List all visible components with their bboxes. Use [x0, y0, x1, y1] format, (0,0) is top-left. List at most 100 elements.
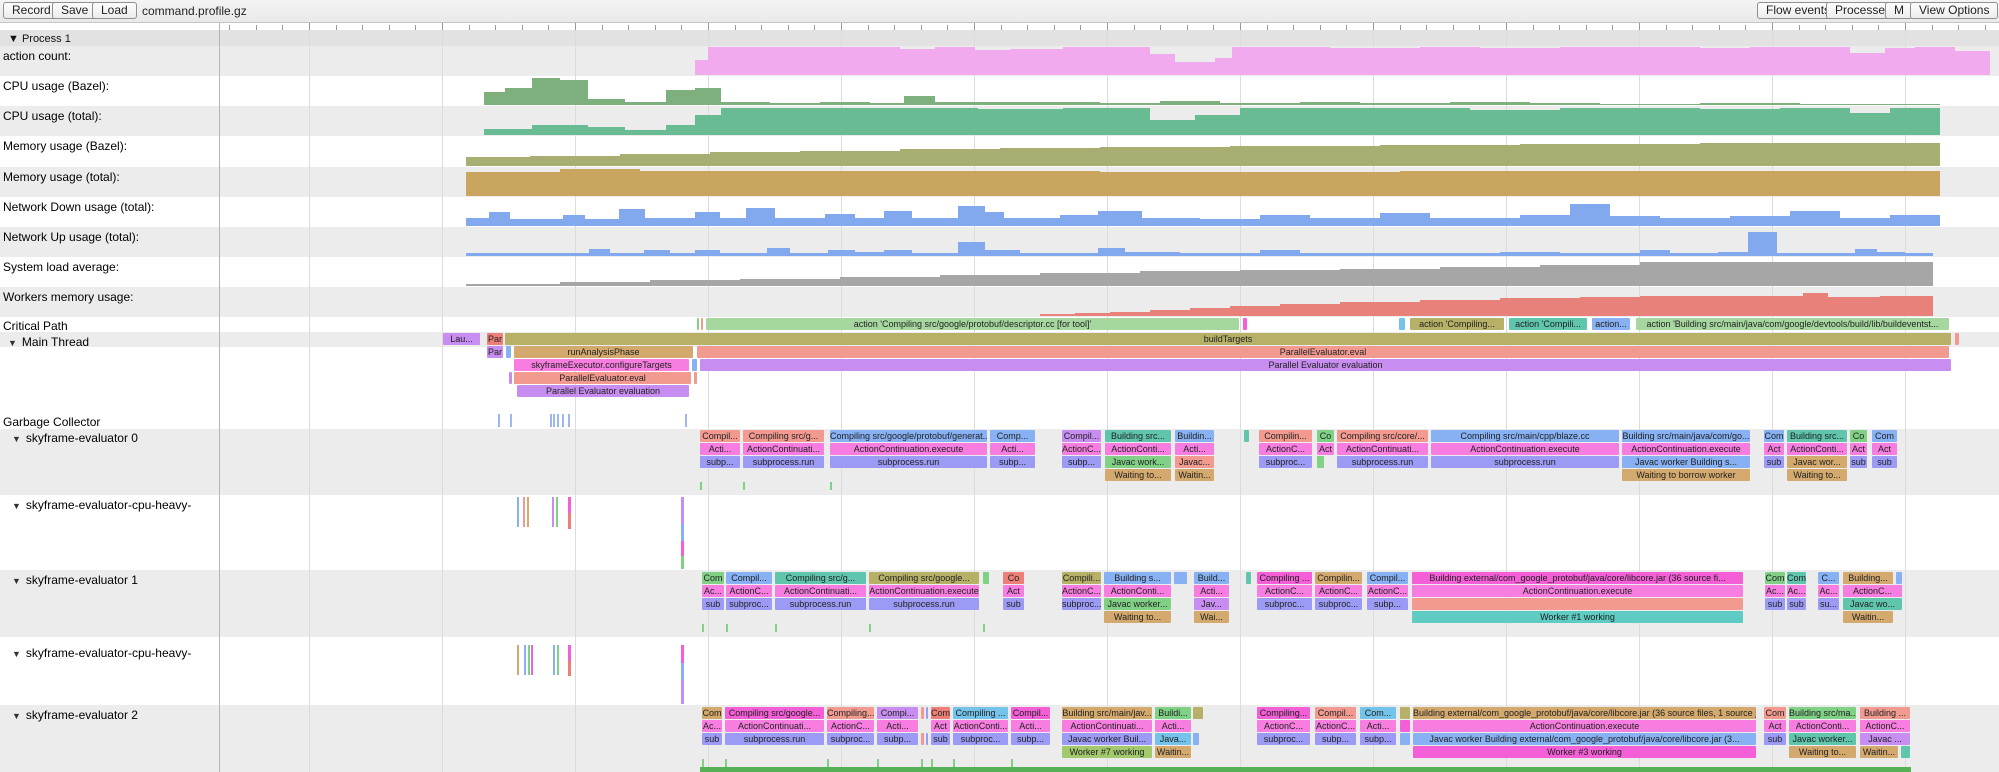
trace-event[interactable]: Ac...: [1818, 585, 1839, 597]
trace-event[interactable]: Acti...: [700, 443, 740, 455]
trace-event[interactable]: ActionConti...: [1105, 443, 1171, 455]
trace-event[interactable]: ActionC...: [1257, 720, 1310, 732]
trace-event[interactable]: [1246, 572, 1251, 584]
trace-event[interactable]: Building...: [1843, 572, 1893, 584]
trace-event[interactable]: Parallel Evaluator evaluation: [517, 385, 689, 397]
trace-event[interactable]: action 'Compili...: [1509, 318, 1587, 330]
trace-tick[interactable]: [552, 497, 554, 527]
trace-tick[interactable]: [517, 645, 519, 675]
trace-event[interactable]: Building ...: [1860, 707, 1910, 719]
trace-event[interactable]: Waiting to...: [1104, 611, 1171, 623]
trace-event[interactable]: Worker #7 working: [1062, 746, 1152, 758]
view-options-button[interactable]: View Options: [1910, 2, 1998, 19]
trace-event[interactable]: Co: [1850, 430, 1867, 442]
trace-tick[interactable]: [775, 624, 777, 632]
trace-event[interactable]: Waiting to...: [1789, 746, 1856, 758]
trace-tick[interactable]: [681, 524, 684, 541]
trace-event[interactable]: [692, 359, 697, 371]
trace-event[interactable]: Com: [1765, 572, 1785, 584]
trace-event[interactable]: action...: [1592, 318, 1630, 330]
trace-tick[interactable]: [702, 759, 704, 767]
trace-event[interactable]: Acti...: [1194, 585, 1229, 597]
trace-event[interactable]: ActionContinuation.execute: [1413, 720, 1756, 732]
trace-event[interactable]: Parallel Evaluator evaluation: [700, 359, 1951, 371]
trace-event[interactable]: [694, 372, 697, 384]
trace-tick[interactable]: [524, 645, 526, 675]
trace-tick[interactable]: [681, 680, 684, 704]
trace-event[interactable]: ActionC...: [827, 720, 874, 732]
save-button[interactable]: Save: [52, 2, 97, 19]
trace-event[interactable]: subp...: [1011, 733, 1050, 745]
trace-event[interactable]: Compiling src/g...: [775, 572, 866, 584]
trace-event[interactable]: Compiling src/main/cpp/blaze.cc: [1431, 430, 1619, 442]
trace-event[interactable]: subprocess.run: [1337, 456, 1428, 468]
trace-tick[interactable]: [931, 759, 933, 767]
timeline-canvas[interactable]: -5 s0 s5 s10 s15 s20 s25 s30 s35 s40 s45…: [0, 0, 1999, 772]
trace-event[interactable]: ActionC...: [1062, 443, 1101, 455]
track-label-skyframe-evaluator-0[interactable]: ▼skyframe-evaluator 0: [12, 431, 138, 445]
trace-event[interactable]: Javac worker...: [1789, 733, 1856, 745]
trace-event[interactable]: Javac...: [1175, 456, 1214, 468]
trace-event[interactable]: [1244, 430, 1249, 442]
trace-event[interactable]: [1955, 333, 1959, 345]
trace-event[interactable]: ActionC...: [726, 585, 772, 597]
trace-event[interactable]: Building s...: [1104, 572, 1171, 584]
trace-event[interactable]: [1243, 318, 1247, 330]
trace-event[interactable]: Building src...: [1105, 430, 1171, 442]
trace-event[interactable]: Act: [931, 720, 950, 732]
trace-event[interactable]: subprocess.run: [869, 598, 979, 610]
trace-event[interactable]: Ac...: [1765, 585, 1785, 597]
trace-event[interactable]: buildTargets: [505, 333, 1951, 345]
trace-event[interactable]: Building external/com_google_protobuf/ja…: [1412, 572, 1743, 584]
trace-event[interactable]: [701, 318, 703, 330]
trace-event[interactable]: Ac...: [702, 585, 724, 597]
trace-tick[interactable]: [681, 645, 684, 663]
trace-event[interactable]: subp...: [877, 733, 918, 745]
trace-event[interactable]: sub: [1764, 456, 1784, 468]
trace-event[interactable]: Acti...: [990, 443, 1035, 455]
trace-tick[interactable]: [700, 482, 702, 490]
trace-event[interactable]: Compiling src/google...: [725, 707, 824, 719]
trace-event[interactable]: Java...: [1155, 733, 1191, 745]
trace-event[interactable]: Act: [1764, 720, 1786, 732]
trace-event[interactable]: Par: [487, 346, 503, 358]
trace-event[interactable]: Act: [1317, 443, 1334, 455]
trace-event[interactable]: [506, 346, 511, 358]
trace-event[interactable]: ActionContinuati...: [725, 720, 824, 732]
trace-event[interactable]: ActionContinuation.execute: [1412, 585, 1743, 597]
trace-event[interactable]: Building src/main/java/com/go...: [1622, 430, 1750, 442]
trace-event[interactable]: [926, 707, 928, 719]
trace-event[interactable]: ActionConti...: [1104, 585, 1171, 597]
trace-event[interactable]: subproc...: [1259, 456, 1312, 468]
trace-event[interactable]: subprocess.run: [830, 456, 987, 468]
trace-event[interactable]: subp...: [1367, 598, 1408, 610]
trace-event[interactable]: su...: [1818, 598, 1839, 610]
trace-event[interactable]: Waiting to...: [1787, 469, 1847, 481]
trace-event[interactable]: Compilin...: [1315, 572, 1362, 584]
trace-event[interactable]: runAnalysisPhase: [514, 346, 693, 358]
trace-tick[interactable]: [953, 759, 955, 767]
trace-event[interactable]: ActionContinuation.execute: [1431, 443, 1619, 455]
load-button[interactable]: Load: [92, 2, 137, 19]
trace-event[interactable]: Ac...: [702, 720, 722, 732]
trace-tick[interactable]: [568, 661, 571, 676]
trace-event[interactable]: subprocess.run: [1431, 456, 1619, 468]
trace-event[interactable]: Act: [1003, 585, 1024, 597]
trace-event[interactable]: Waiting to borrow worker: [1622, 469, 1750, 481]
trace-event[interactable]: Compil...: [1062, 430, 1101, 442]
trace-event[interactable]: [1399, 318, 1405, 330]
trace-tick[interactable]: [877, 759, 879, 767]
trace-event[interactable]: sub: [931, 733, 950, 745]
trace-tick[interactable]: [556, 497, 558, 527]
trace-tick[interactable]: [827, 759, 829, 767]
trace-event[interactable]: Jav...: [1194, 598, 1229, 610]
trace-tick[interactable]: [681, 663, 684, 680]
trace-event[interactable]: action 'Compiling src/google/protobuf/de…: [706, 318, 1239, 330]
trace-tick[interactable]: [568, 414, 570, 427]
trace-event[interactable]: Com: [702, 572, 724, 584]
trace-event[interactable]: [1174, 572, 1187, 584]
trace-event[interactable]: [1400, 720, 1410, 732]
trace-event[interactable]: subp...: [990, 456, 1035, 468]
trace-event[interactable]: sub: [1872, 456, 1897, 468]
trace-event[interactable]: Acti...: [1175, 443, 1214, 455]
